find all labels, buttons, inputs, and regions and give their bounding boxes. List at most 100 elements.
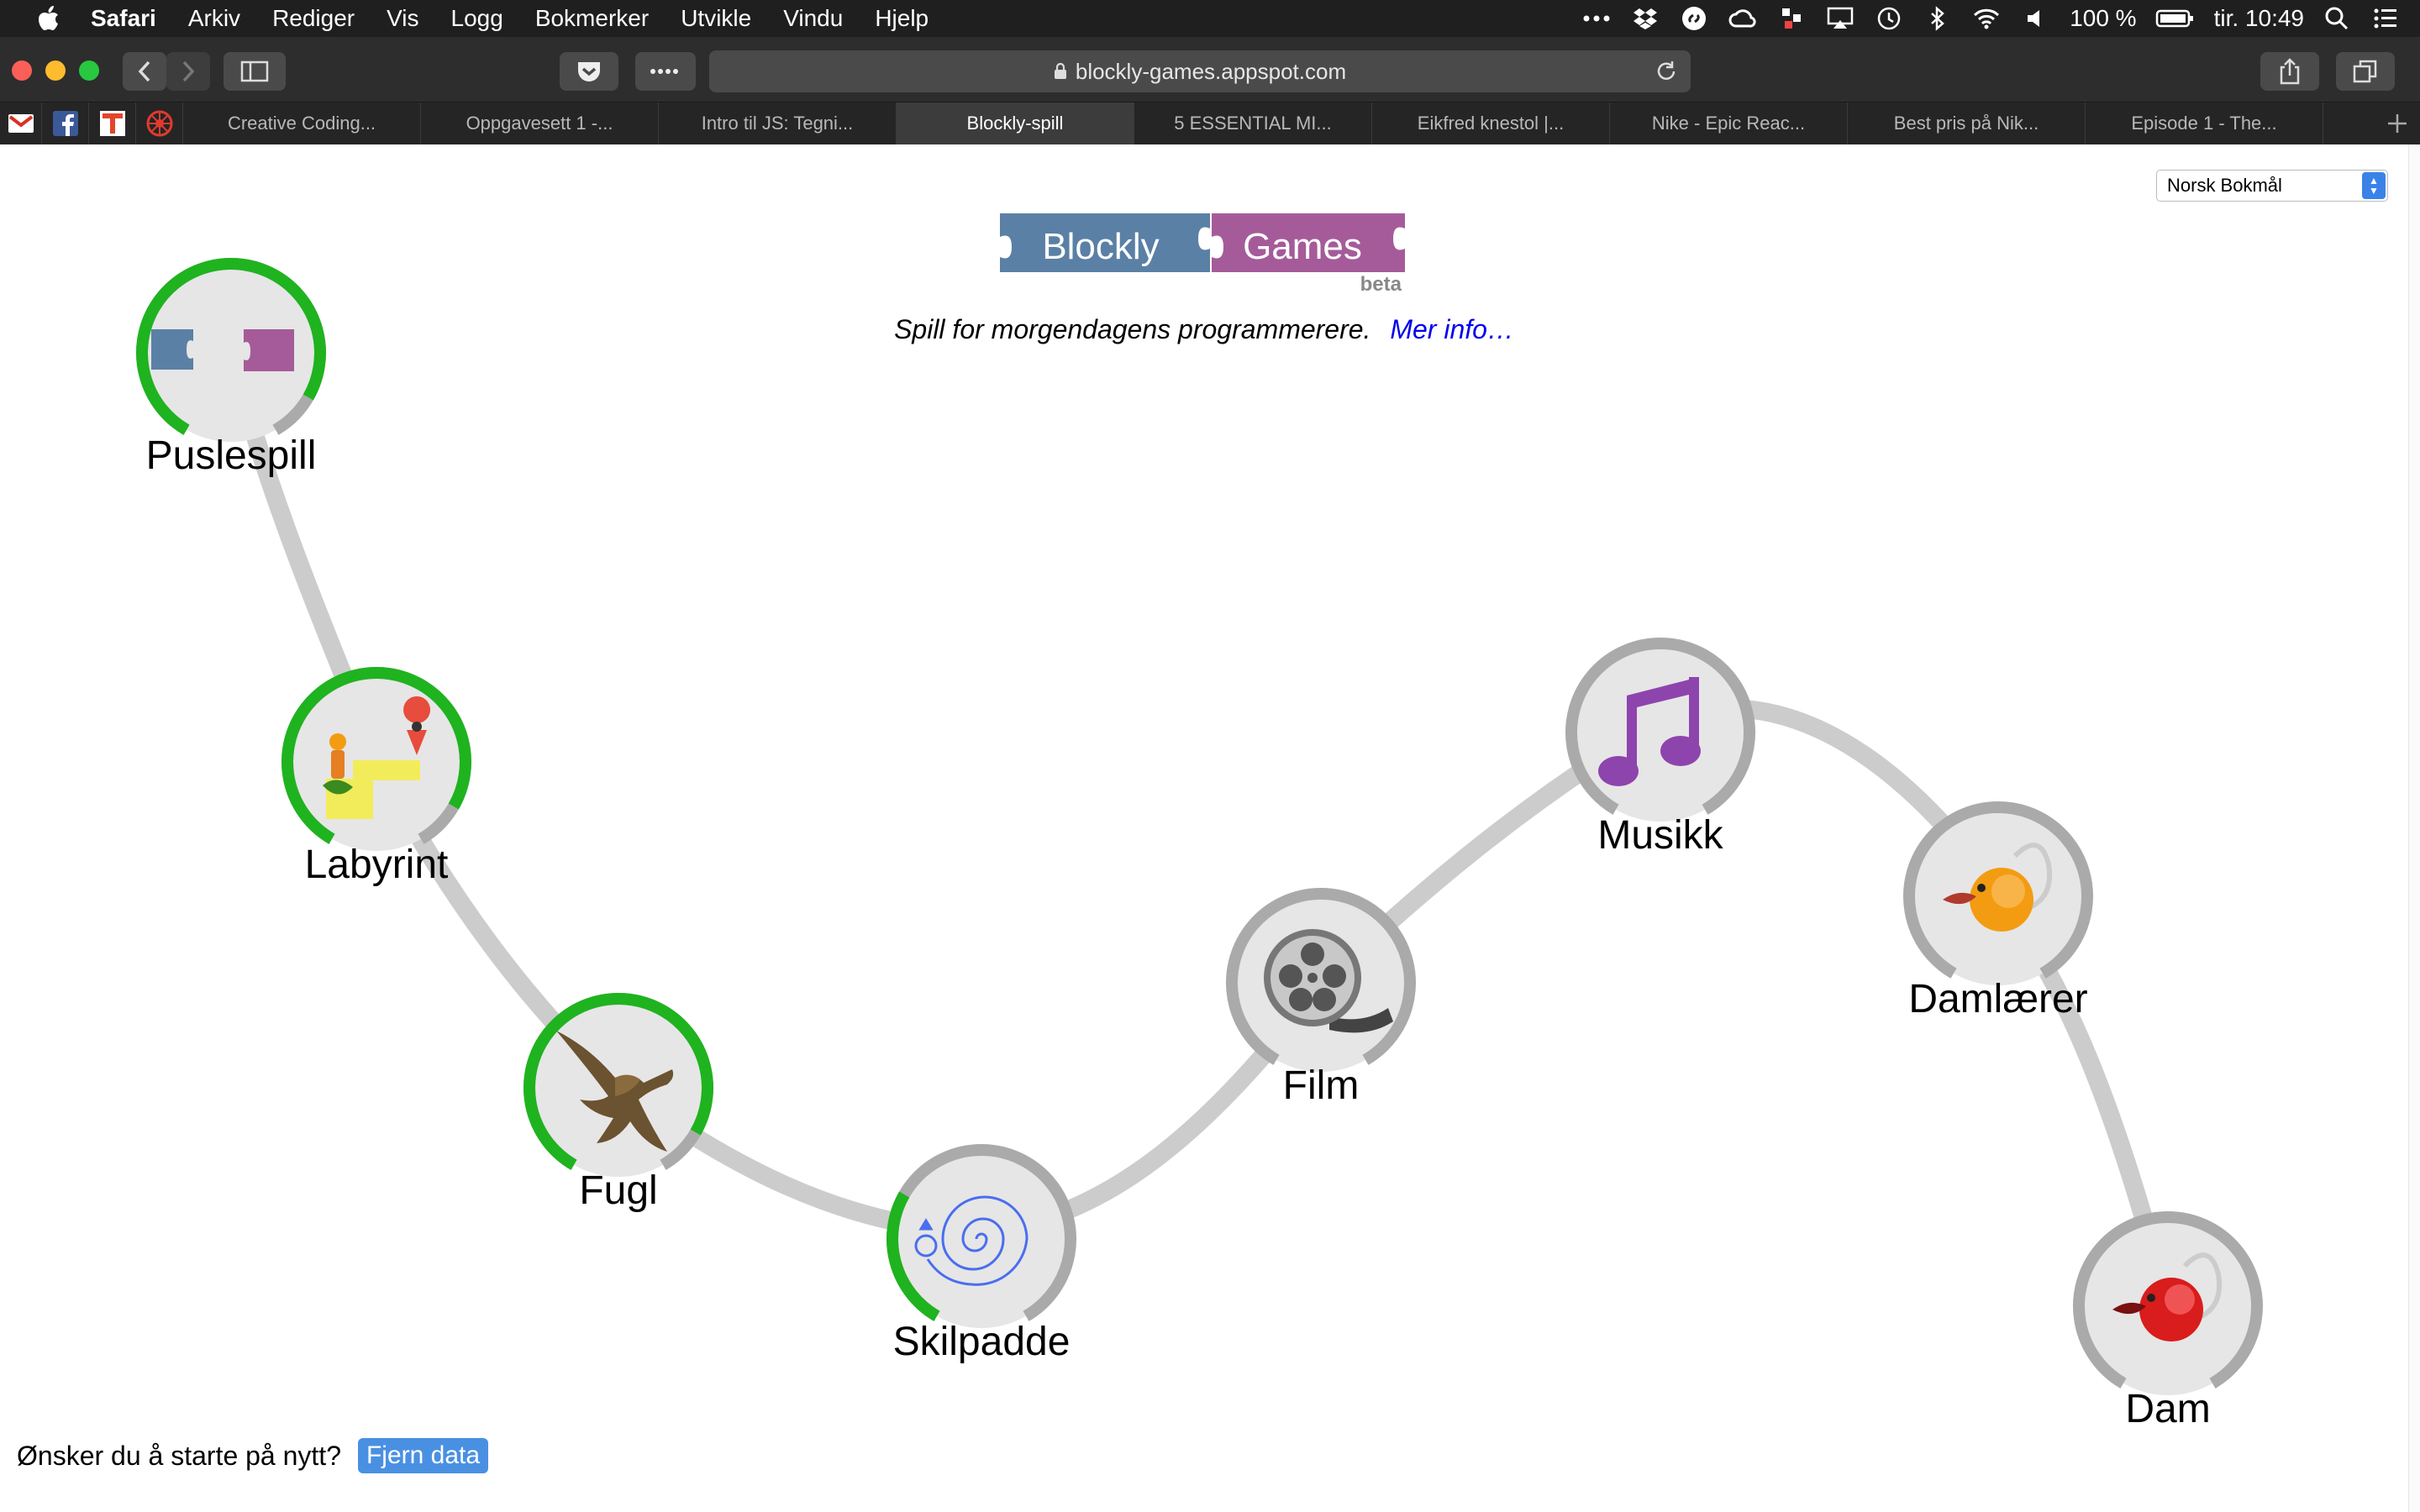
game-node-ring	[1903, 801, 2093, 985]
pocket-button[interactable]	[560, 52, 618, 91]
logo-games-text: Games	[1243, 226, 1362, 267]
menu-hjelp[interactable]: Hjelp	[875, 5, 929, 32]
t-logo-icon	[99, 111, 125, 136]
game-node-ring	[1565, 638, 1755, 822]
reset-section: Ønsker du å starte på nytt? Fjern data	[17, 1438, 489, 1473]
game-node-puslespill[interactable]	[130, 252, 332, 454]
notification-center-icon[interactable]	[2371, 4, 2400, 33]
browser-toolbar: blockly-games.appspot.com	[0, 37, 2420, 102]
clear-data-button[interactable]: Fjern data	[357, 1438, 489, 1473]
game-label-skilpadde[interactable]: Skilpadde	[813, 1319, 1150, 1365]
select-arrows-icon: ▲ ▼	[2362, 172, 2386, 199]
chevron-right-icon	[182, 60, 195, 82]
game-node-fugl[interactable]	[518, 987, 719, 1189]
tagline: Spill for morgendagens programmerere. Me…	[0, 314, 2408, 345]
blockly-games-logo: Blockly Games beta	[1000, 213, 1405, 296]
game-node-labyrint[interactable]	[276, 661, 477, 863]
web-page: Blockly Games beta Norsk Bokmål ▲ ▼ Spill…	[0, 144, 2408, 1512]
bookmark-t-logo[interactable]	[89, 102, 136, 144]
game-node-ring	[523, 993, 713, 1177]
address-bar[interactable]: blockly-games.appspot.com	[709, 50, 1691, 92]
new-tab-button[interactable]	[2323, 102, 2420, 144]
menubar-clock[interactable]: tir. 10:49	[2214, 5, 2304, 32]
game-label-fugl[interactable]: Fugl	[450, 1168, 786, 1214]
wifi-icon[interactable]	[1972, 4, 2001, 33]
game-node-skilpadde[interactable]	[881, 1138, 1082, 1340]
browser-tab[interactable]: Best pris på Nik...	[1848, 102, 2086, 144]
browser-tab[interactable]: Episode 1 - The...	[2086, 102, 2323, 144]
forward-button[interactable]	[166, 52, 210, 91]
spotlight-search-icon[interactable]	[2323, 4, 2351, 33]
logo-beta-badge: beta	[1360, 273, 1402, 296]
menu-arkiv[interactable]: Arkiv	[188, 5, 240, 32]
reset-prompt: Ønsker du å starte på nytt?	[17, 1440, 341, 1471]
game-node-musikk[interactable]	[1560, 632, 1761, 833]
game-label-damlaerer[interactable]: Damlærer	[1830, 976, 2166, 1022]
more-dots-icon	[650, 69, 678, 74]
browser-tab[interactable]: 5 ESSENTIAL MI...	[1134, 102, 1372, 144]
reload-icon[interactable]	[1654, 59, 1679, 84]
tagline-text: Spill for morgendagens programmerere.	[894, 314, 1371, 344]
browser-tab[interactable]: Eikfred knestol |...	[1372, 102, 1610, 144]
burst-logo-icon	[146, 110, 172, 137]
game-label-labyrint[interactable]: Labyrint	[208, 842, 544, 888]
menu-logg[interactable]: Logg	[451, 5, 503, 32]
menu-vindu[interactable]: Vindu	[783, 5, 843, 32]
game-node-ring	[1226, 888, 1416, 1072]
game-node-damlaerer[interactable]	[1897, 795, 2099, 997]
game-node-dam[interactable]	[2067, 1205, 2269, 1407]
menu-rediger[interactable]: Rediger	[272, 5, 355, 32]
menu-utvikle[interactable]: Utvikle	[681, 5, 751, 32]
dropbox-icon[interactable]	[1631, 4, 1660, 33]
game-node-ring	[886, 1144, 1076, 1328]
game-node-ring	[136, 258, 326, 442]
browser-tab[interactable]: Intro til JS: Tegni...	[659, 102, 897, 144]
browser-tab-active[interactable]: Blockly-spill	[897, 102, 1134, 144]
share-icon	[2280, 58, 2300, 85]
menu-bokmerker[interactable]: Bokmerker	[535, 5, 649, 32]
tab-overview-button[interactable]	[2336, 52, 2395, 91]
gmail-bookmark[interactable]	[0, 102, 42, 144]
extensions-button[interactable]	[635, 52, 696, 91]
facebook-bookmark[interactable]	[42, 102, 89, 144]
window-minimize-button[interactable]	[45, 60, 66, 81]
game-label-film[interactable]: Film	[1153, 1063, 1489, 1109]
creative-cloud-icon[interactable]	[1728, 4, 1757, 33]
apple-menu-icon[interactable]	[32, 0, 66, 37]
game-node-ring	[281, 667, 471, 851]
plus-icon	[2388, 114, 2407, 133]
airplay-icon[interactable]	[1826, 4, 1854, 33]
sidebar-toggle-button[interactable]	[224, 52, 286, 91]
browser-tab[interactable]: Creative Coding...	[183, 102, 421, 144]
game-label-puslespill[interactable]: Puslespill	[63, 433, 399, 479]
game-node-ring	[2073, 1211, 2263, 1395]
pocket-icon	[578, 62, 600, 81]
menu-app-safari[interactable]: Safari	[91, 5, 156, 32]
volume-icon[interactable]	[2021, 4, 2049, 33]
language-select[interactable]: Norsk Bokmål ▲ ▼	[2156, 170, 2388, 202]
gmail-icon	[8, 114, 34, 133]
bookmark-circle-logo[interactable]	[136, 102, 183, 144]
bluetooth-icon[interactable]	[1923, 4, 1952, 33]
browser-tab[interactable]: Nike - Epic Reac...	[1610, 102, 1848, 144]
more-info-link[interactable]: Mer info…	[1390, 314, 1514, 344]
url-text: blockly-games.appspot.com	[1075, 58, 1347, 84]
window-zoom-button[interactable]	[79, 60, 99, 81]
game-label-musikk[interactable]: Musikk	[1492, 812, 1828, 858]
page-scrollbar[interactable]	[2408, 144, 2420, 1512]
browser-tab[interactable]: Oppgavesett 1 -...	[421, 102, 659, 144]
share-button[interactable]	[2260, 52, 2319, 91]
menu-vis[interactable]: Vis	[387, 5, 418, 32]
sidebar-icon	[240, 60, 269, 82]
back-button[interactable]	[123, 52, 166, 91]
shazam-icon[interactable]	[1680, 4, 1708, 33]
game-label-dam[interactable]: Dam	[2000, 1386, 2336, 1432]
extension-icon[interactable]	[1777, 4, 1806, 33]
tab-bar: Creative Coding... Oppgavesett 1 -... In…	[0, 102, 2420, 144]
game-node-film[interactable]	[1220, 882, 1422, 1084]
time-machine-icon[interactable]	[1875, 4, 1903, 33]
more-dots-icon[interactable]	[1582, 4, 1611, 33]
window-close-button[interactable]	[12, 60, 32, 81]
battery-icon[interactable]	[2155, 4, 2194, 33]
lock-icon	[1054, 63, 1066, 79]
